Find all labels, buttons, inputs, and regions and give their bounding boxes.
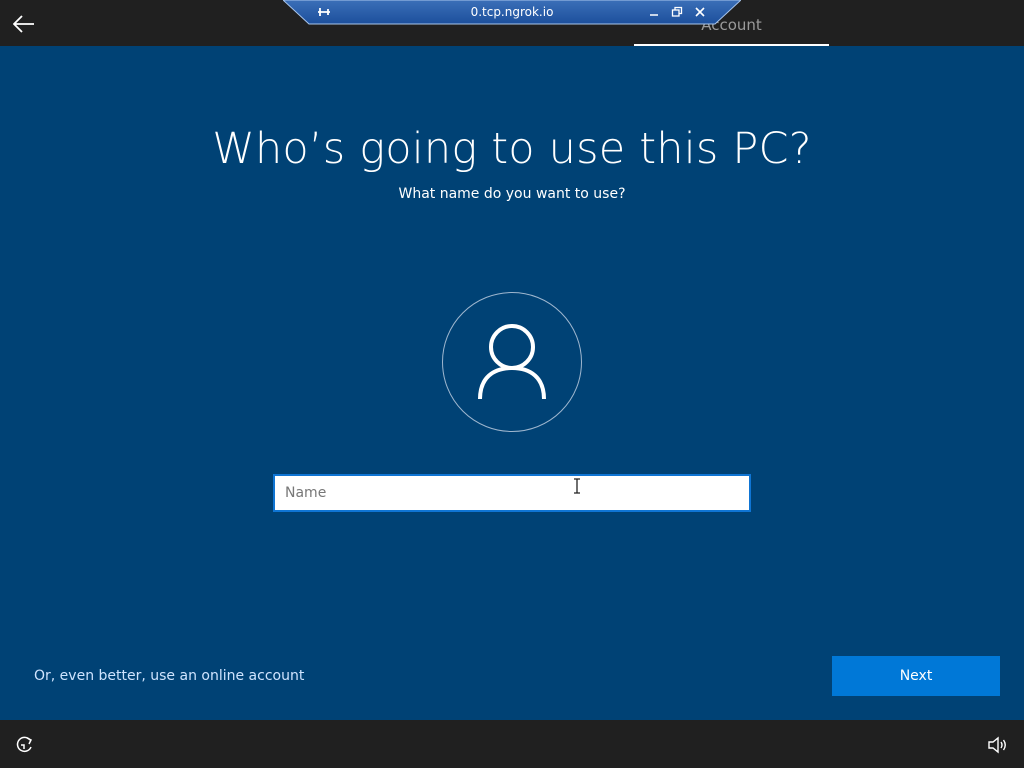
online-account-link[interactable]: Or, even better, use an online account <box>34 668 304 684</box>
minimize-icon[interactable] <box>646 4 662 20</box>
ease-of-access-button[interactable] <box>13 734 35 756</box>
page-subtitle: What name do you want to use? <box>398 186 626 202</box>
oobe-screen: Account 0.tcp.ngrok.io Who’s going to us… <box>0 0 1024 768</box>
avatar <box>442 292 582 432</box>
user-icon <box>478 324 546 400</box>
back-button[interactable] <box>8 8 40 40</box>
ease-of-access-icon <box>16 736 33 753</box>
page-title: Who’s going to use this PC? <box>212 124 812 174</box>
name-input[interactable] <box>273 474 751 512</box>
close-icon[interactable] <box>692 4 708 20</box>
arrow-left-icon <box>13 15 34 33</box>
tab-active-underline <box>634 44 829 46</box>
remote-connection-bar: 0.tcp.ngrok.io <box>283 0 741 25</box>
volume-button[interactable] <box>986 734 1008 756</box>
restore-icon[interactable] <box>669 4 685 20</box>
next-button[interactable]: Next <box>832 656 1000 696</box>
bottom-bar <box>0 720 1024 768</box>
volume-icon <box>988 736 1006 754</box>
text-cursor-icon <box>574 478 580 494</box>
